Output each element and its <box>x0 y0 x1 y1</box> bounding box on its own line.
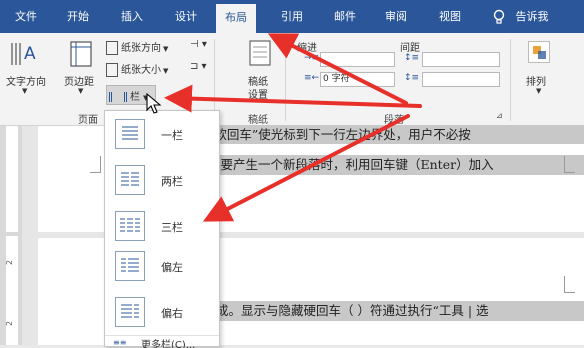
more-columns-label: 更多栏(C)... <box>141 340 196 348</box>
two-columns-icon <box>115 165 145 195</box>
tab-insert[interactable]: 插入 <box>112 0 152 33</box>
group-label-manuscript: 稿纸 <box>248 115 268 126</box>
document-text-line[interactable]: “软回车”使光标到下一行左边界处，用户不必按 <box>208 125 584 144</box>
spacing-before-icon: ↕≡ <box>404 53 420 63</box>
margins-icon <box>70 41 92 67</box>
columns-option-three[interactable]: 三栏 <box>105 205 219 247</box>
orientation-icon <box>106 41 118 55</box>
ruler-mark: 2 <box>5 320 15 327</box>
spacing-before-input[interactable] <box>422 52 500 67</box>
tab-references[interactable]: 引用 <box>272 0 312 33</box>
three-columns-icon <box>115 211 145 241</box>
tab-view[interactable]: 视图 <box>430 0 470 33</box>
orientation-label: 纸张方向 <box>121 43 161 54</box>
columns-option-right[interactable]: 偏右 <box>105 291 219 333</box>
columns-icon <box>109 92 127 102</box>
columns-option-one[interactable]: 一栏 <box>105 113 219 155</box>
indent-label: 缩进 <box>297 43 317 54</box>
columns-option-label: 一栏 <box>161 129 183 142</box>
dialog-launcher-icon[interactable]: ⊿ <box>496 111 503 120</box>
chevron-down-icon: ▼ <box>536 87 542 95</box>
indent-right-icon: ≡← <box>304 73 320 83</box>
mouse-cursor-icon <box>146 93 162 114</box>
corner-mark <box>564 156 575 173</box>
columns-option-label: 三栏 <box>161 221 183 234</box>
group-label-paragraph: 段落 <box>384 115 404 126</box>
corner-mark <box>564 276 575 293</box>
margins-button[interactable]: 页边距 ▼ <box>64 39 98 99</box>
vertical-ruler: 2 2 <box>0 126 22 345</box>
tab-home[interactable]: 开始 <box>58 0 98 33</box>
arrange-label: 排列 <box>526 77 546 88</box>
ruler-page-segment <box>6 126 18 232</box>
manuscript-label-2: 设置 <box>248 90 268 101</box>
line-numbers-button[interactable]: ⊐ ▾ <box>190 61 207 72</box>
columns-label: 栏 <box>130 92 140 103</box>
tab-design[interactable]: 设计 <box>166 0 206 33</box>
ruler-page-segment <box>6 236 18 345</box>
margins-label: 页边距 <box>64 77 94 88</box>
columns-option-label: 偏右 <box>161 307 183 320</box>
ribbon-tab-bar: 文件 开始 插入 设计 布局 引用 邮件 审阅 视图 告诉我 <box>0 0 584 33</box>
ribbon-separator <box>285 39 286 121</box>
text-direction-label: 文字方向 <box>6 77 46 88</box>
ribbon-panel: A 文字方向 ▼ 页边距 ▼ 纸张方向 ▼ 纸张大小 ▼ 栏 ▼ ⊣ ▾ ⊐ ▾ 稿纸… <box>0 33 584 126</box>
indent-left-input[interactable] <box>320 52 395 67</box>
document-text-line[interactable]: 当要产生一个新段落时，利用回车键（Enter）加入 <box>208 155 584 175</box>
chevron-down-icon: ▼ <box>78 87 84 95</box>
manuscript-icon <box>249 40 271 66</box>
tab-review[interactable]: 审阅 <box>376 0 416 33</box>
more-columns-icon: ≡≡ <box>113 338 127 347</box>
document-text-line[interactable]: 成。显示与隐藏硬回车（ ）符通过执行“工具 | 选 <box>216 301 584 321</box>
ribbon-separator <box>510 39 511 121</box>
chevron-down-icon: ▼ <box>163 67 169 75</box>
text-direction-button[interactable]: A 文字方向 ▼ <box>6 39 46 99</box>
columns-option-left[interactable]: 偏左 <box>105 245 219 287</box>
chevron-down-icon: ▼ <box>22 87 28 95</box>
manuscript-button[interactable]: 稿纸 设置 <box>244 39 280 109</box>
right-column-icon <box>115 297 145 327</box>
indent-right-input[interactable]: 0 字符 <box>320 72 395 87</box>
breaks-button[interactable]: ⊣ ▾ <box>190 39 207 50</box>
one-column-icon <box>115 119 145 149</box>
columns-option-two[interactable]: 两栏 <box>105 159 219 201</box>
tab-file[interactable]: 文件 <box>6 0 46 33</box>
corner-mark <box>90 156 101 173</box>
spacing-label: 间距 <box>400 43 420 54</box>
size-button[interactable]: 纸张大小 ▼ <box>106 61 168 77</box>
tell-me-search[interactable]: 告诉我 <box>510 0 554 33</box>
arrange-icon <box>528 41 550 63</box>
spacing-after-icon: ↕≡ <box>404 73 420 83</box>
chevron-down-icon: ▼ <box>163 45 169 53</box>
left-column-icon <box>115 251 145 281</box>
lightbulb-icon[interactable] <box>488 0 510 33</box>
size-label: 纸张大小 <box>121 65 161 76</box>
tab-mailings[interactable]: 邮件 <box>325 0 365 33</box>
arrange-button[interactable]: 排列 ▼ <box>522 39 558 109</box>
columns-dropdown-menu: 一栏 两栏 三栏 偏左 偏右 ≡≡ 更多栏(C)... <box>104 110 220 348</box>
more-columns-item[interactable]: ≡≡ 更多栏(C)... <box>105 335 219 348</box>
svg-text:A: A <box>24 44 36 64</box>
size-icon <box>106 63 118 77</box>
indent-left-icon: →≡ <box>304 53 320 63</box>
text-direction-icon: A <box>11 43 36 65</box>
tab-layout[interactable]: 布局 <box>216 4 256 33</box>
spacing-after-input[interactable] <box>422 72 500 87</box>
ruler-mark: 2 <box>5 259 15 266</box>
ribbon-separator <box>214 39 215 121</box>
orientation-button[interactable]: 纸张方向 ▼ <box>106 39 168 55</box>
group-label-page-setup: 页面 <box>78 115 98 126</box>
columns-option-label: 两栏 <box>161 175 183 188</box>
columns-option-label: 偏左 <box>161 261 183 274</box>
